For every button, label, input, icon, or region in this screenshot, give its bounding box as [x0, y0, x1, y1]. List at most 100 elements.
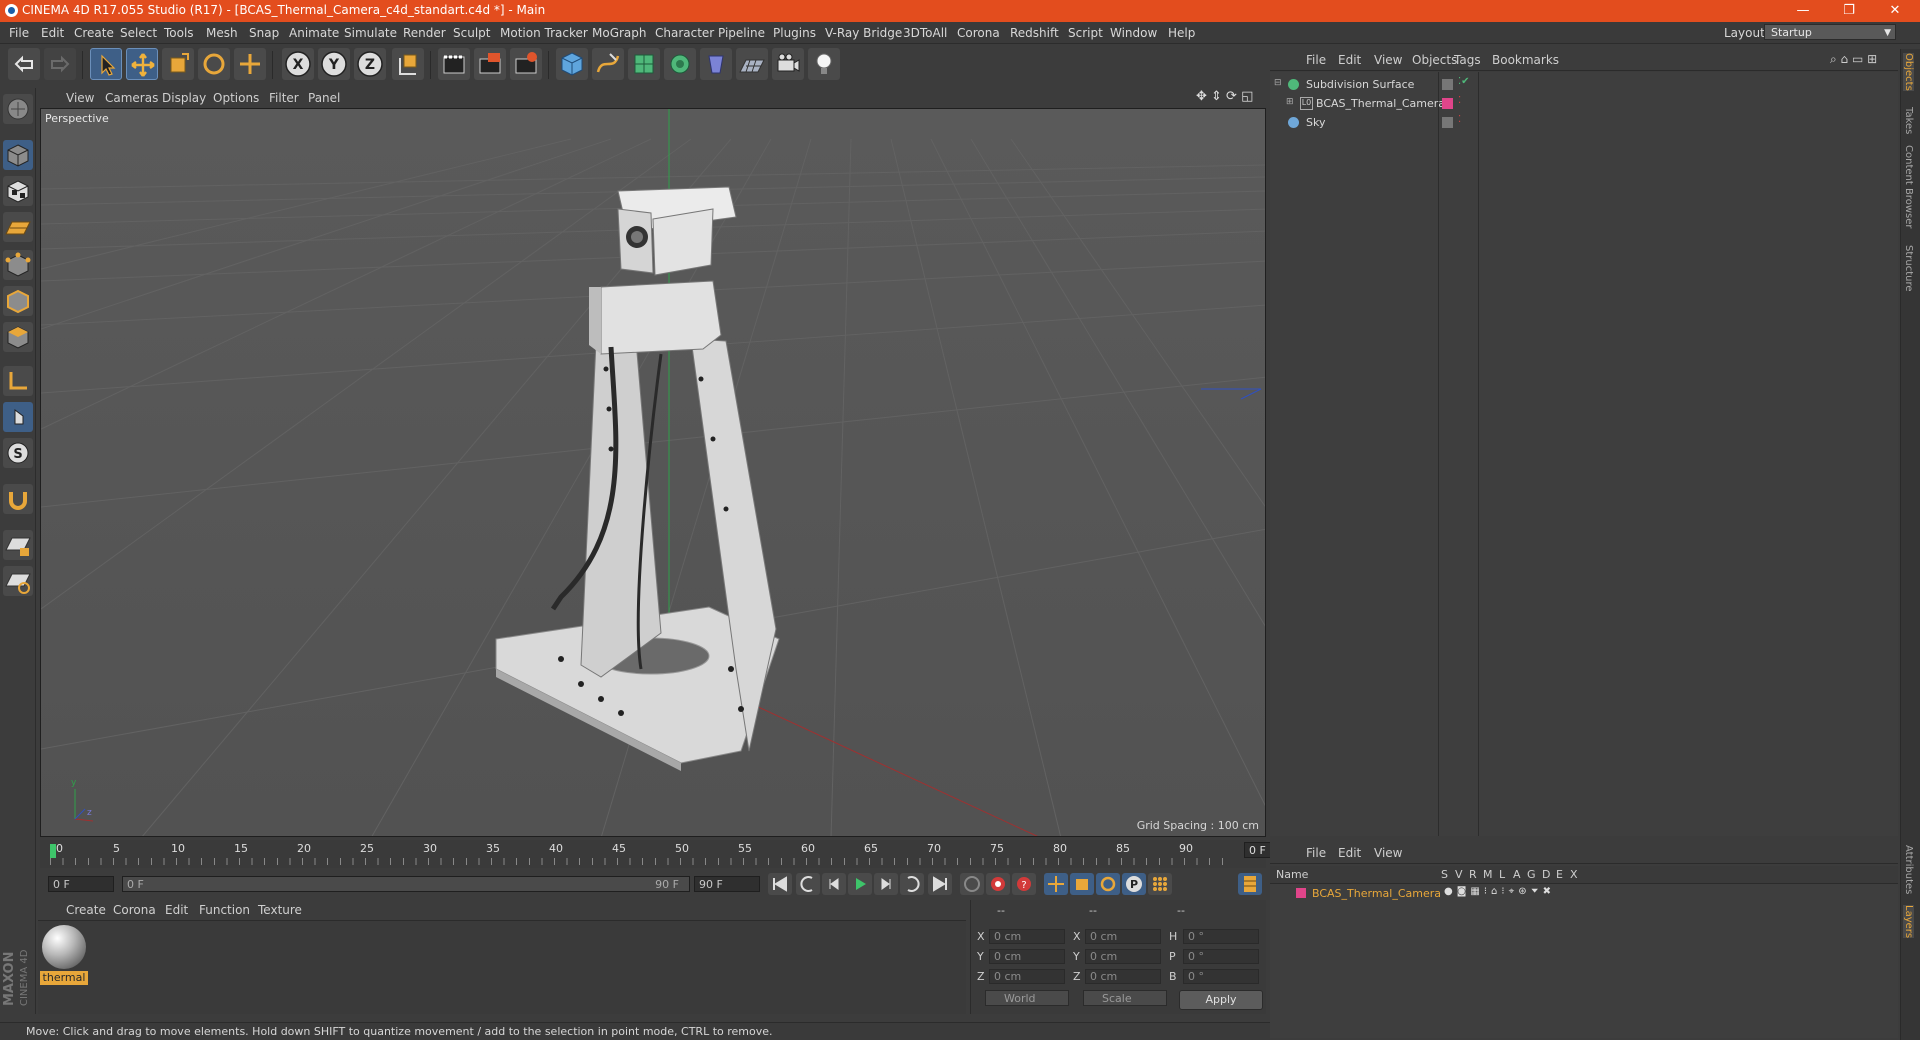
- floor-icon[interactable]: [736, 48, 768, 80]
- collapse-icon[interactable]: ⊟: [1274, 78, 1282, 88]
- object-row[interactable]: Sky ⁚: [1270, 113, 1898, 132]
- layer-toggle-icons[interactable]: ●◙▦⁝⌂⁝⌖⊛⏷✖: [1444, 886, 1555, 897]
- object-menu-edit[interactable]: Edit: [1338, 53, 1361, 67]
- undo-icon[interactable]: [8, 48, 40, 80]
- material-menu-function[interactable]: Function: [199, 903, 250, 917]
- autokeying-icon[interactable]: ?: [1012, 873, 1036, 895]
- layer-tag-icon[interactable]: [1442, 79, 1453, 90]
- key-rotation-icon[interactable]: [1096, 873, 1120, 895]
- layer-name[interactable]: BCAS_Thermal_Camera: [1312, 887, 1441, 900]
- menu-select[interactable]: Select: [120, 26, 157, 40]
- snapping-icon[interactable]: [3, 484, 33, 514]
- layer-menu-edit[interactable]: Edit: [1338, 846, 1361, 860]
- menu-character[interactable]: Character: [655, 26, 714, 40]
- scale-icon[interactable]: [162, 48, 194, 80]
- planar-workplane-icon[interactable]: [3, 566, 33, 596]
- preview-range-slider[interactable]: 0 F 90 F: [122, 876, 690, 892]
- object-menu-bookmarks[interactable]: Bookmarks: [1492, 53, 1559, 67]
- menu-sculpt[interactable]: Sculpt: [453, 26, 490, 40]
- texture-mode-icon[interactable]: [3, 176, 33, 206]
- rot-b-field[interactable]: 0 °: [1183, 969, 1259, 984]
- perspective-viewport[interactable]: y z Perspective Grid Spacing : 100 cm: [40, 108, 1266, 837]
- menu-mesh[interactable]: Mesh: [206, 26, 238, 40]
- object-menu-view[interactable]: View: [1374, 53, 1402, 67]
- object-menu-objects[interactable]: Objects: [1412, 53, 1457, 67]
- menu-motion-tracker[interactable]: Motion Tracker: [500, 26, 588, 40]
- light-icon[interactable]: [808, 48, 840, 80]
- apply-button[interactable]: Apply: [1179, 990, 1263, 1010]
- render-view-icon[interactable]: [438, 48, 470, 80]
- previous-frame-icon[interactable]: [822, 873, 846, 895]
- rot-p-field[interactable]: 0 °: [1183, 949, 1259, 964]
- material-name[interactable]: thermal: [40, 971, 88, 985]
- viewport-menu-panel[interactable]: Panel: [308, 91, 340, 105]
- size-x-field[interactable]: 0 cm: [1085, 929, 1161, 944]
- coordinate-system-icon[interactable]: [392, 48, 424, 80]
- menu-simulate[interactable]: Simulate: [344, 26, 397, 40]
- solo-mode-icon[interactable]: S: [3, 438, 33, 468]
- workplane-mode-icon[interactable]: [3, 212, 33, 242]
- viewport-menu-options[interactable]: Options: [213, 91, 259, 105]
- tab-structure[interactable]: Structure: [1903, 245, 1914, 292]
- viewport-menu-cameras[interactable]: Cameras: [105, 91, 158, 105]
- timeline-window-icon[interactable]: [1238, 873, 1262, 895]
- edit-render-settings-icon[interactable]: [510, 48, 542, 80]
- pos-z-field[interactable]: 0 cm: [989, 969, 1065, 984]
- next-frame-icon[interactable]: [874, 873, 898, 895]
- menu-script[interactable]: Script: [1068, 26, 1103, 40]
- object-menu-tags[interactable]: Tags: [1454, 53, 1481, 67]
- layer-tag-icon[interactable]: [1442, 117, 1453, 128]
- visibility-dots-icon[interactable]: ⁚: [1458, 114, 1461, 125]
- rot-h-field[interactable]: 0 °: [1183, 929, 1259, 944]
- camera-icon[interactable]: [772, 48, 804, 80]
- cube-primitive-icon[interactable]: [556, 48, 588, 80]
- expand-icon[interactable]: ⊞: [1286, 97, 1294, 107]
- tweak-mode-icon[interactable]: [3, 402, 33, 432]
- menu-3dtoall[interactable]: 3DToAll: [903, 26, 947, 40]
- lock-workplane-icon[interactable]: [3, 530, 33, 560]
- start-frame-field[interactable]: 0 F: [48, 876, 114, 892]
- menu-vray-bridge[interactable]: V-Ray Bridge: [825, 26, 902, 40]
- menu-plugins[interactable]: Plugins: [773, 26, 816, 40]
- subdivision-surface-icon[interactable]: [628, 48, 660, 80]
- menu-render[interactable]: Render: [403, 26, 446, 40]
- layer-menu-file[interactable]: File: [1306, 846, 1326, 860]
- edges-mode-icon[interactable]: [3, 286, 33, 316]
- object-name[interactable]: Sky: [1306, 116, 1325, 129]
- layer-menu-view[interactable]: View: [1374, 846, 1402, 860]
- size-mode-select[interactable]: Scale: [1083, 990, 1167, 1006]
- menu-pipeline[interactable]: Pipeline: [718, 26, 765, 40]
- x-axis-icon[interactable]: X: [282, 48, 314, 80]
- menu-help[interactable]: Help: [1168, 26, 1195, 40]
- cloner-icon[interactable]: [664, 48, 696, 80]
- menu-create[interactable]: Create: [74, 26, 114, 40]
- pos-y-field[interactable]: 0 cm: [989, 949, 1065, 964]
- key-point-level-icon[interactable]: [1148, 873, 1172, 895]
- record-active-objects-icon[interactable]: [986, 873, 1010, 895]
- go-to-start-icon[interactable]: [768, 873, 792, 895]
- pos-x-field[interactable]: 0 cm: [989, 929, 1065, 944]
- object-row[interactable]: ⊟ Subdivision Surface ⁚✔: [1270, 75, 1898, 94]
- rotate-icon[interactable]: [198, 48, 230, 80]
- object-manager-search-icons[interactable]: ⌕ ⌂ ▭ ⊞: [1830, 52, 1877, 67]
- tab-takes[interactable]: Takes: [1903, 107, 1914, 134]
- menu-window[interactable]: Window: [1110, 26, 1157, 40]
- pen-spline-icon[interactable]: [592, 48, 624, 80]
- render-picture-viewer-icon[interactable]: [474, 48, 506, 80]
- object-name[interactable]: BCAS_Thermal_Camera: [1316, 97, 1445, 110]
- z-axis-icon[interactable]: Z: [354, 48, 386, 80]
- tab-attributes[interactable]: Attributes: [1903, 845, 1914, 894]
- deformer-icon[interactable]: [700, 48, 732, 80]
- size-z-field[interactable]: 0 cm: [1085, 969, 1161, 984]
- menu-redshift[interactable]: Redshift: [1010, 26, 1059, 40]
- live-select-icon[interactable]: [234, 48, 266, 80]
- layer-color-swatch[interactable]: [1296, 888, 1306, 898]
- menu-mograph[interactable]: MoGraph: [592, 26, 647, 40]
- play-forward-icon[interactable]: [848, 873, 872, 895]
- visibility-dots-icon[interactable]: ⁚: [1458, 95, 1461, 106]
- menu-edit[interactable]: Edit: [41, 26, 64, 40]
- layer-color-swatch[interactable]: [1442, 98, 1453, 109]
- object-name[interactable]: Subdivision Surface: [1306, 78, 1414, 91]
- close-button[interactable]: ✕: [1880, 2, 1910, 20]
- previous-key-icon[interactable]: [796, 873, 820, 895]
